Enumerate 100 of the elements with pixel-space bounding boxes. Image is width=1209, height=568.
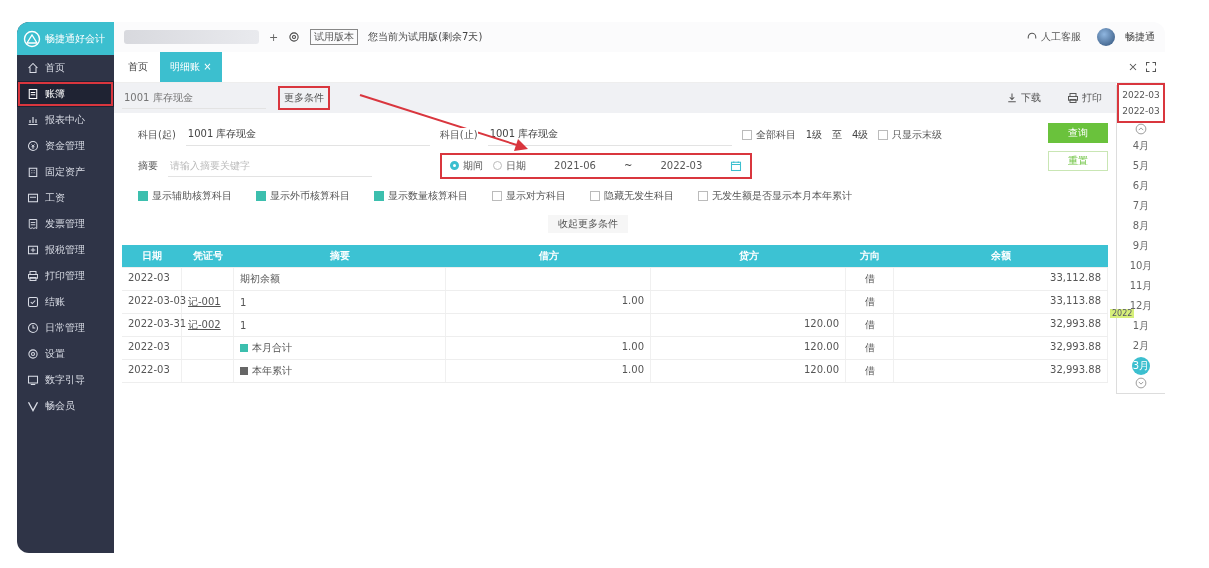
- sidebar-item[interactable]: 发票管理: [17, 211, 114, 237]
- settings-icon[interactable]: [288, 31, 301, 43]
- building-icon: [27, 166, 39, 178]
- sidebar-item[interactable]: 固定资产: [17, 159, 114, 185]
- fullscreen-icon[interactable]: [1145, 61, 1157, 73]
- checkbox-label: 显示辅助核算科目: [152, 189, 232, 203]
- checkbox-label: 显示对方科目: [506, 189, 566, 203]
- monitor-icon: [27, 374, 39, 386]
- month-item[interactable]: 10月: [1128, 257, 1154, 275]
- checkbox[interactable]: [698, 191, 708, 201]
- sidebar-item[interactable]: 设置: [17, 341, 114, 367]
- user-avatar[interactable]: [1097, 28, 1115, 46]
- card-icon: [27, 192, 39, 204]
- level-select[interactable]: 4级: [852, 127, 869, 142]
- checkbox[interactable]: [256, 191, 266, 201]
- table-cell: 本月合计: [252, 341, 292, 355]
- sidebar-item[interactable]: 报税管理: [17, 237, 114, 263]
- square-icon: [240, 367, 248, 375]
- sidebar-item[interactable]: 数字引导: [17, 367, 114, 393]
- sidebar-item[interactable]: 账簿: [17, 81, 114, 107]
- subject-to-field[interactable]: 1001 库存现金: [487, 123, 732, 146]
- table-cell: 33,112.88: [1050, 272, 1101, 283]
- table-cell: 1.00: [621, 295, 644, 306]
- field-label: 科目(止): [439, 127, 478, 142]
- clock-icon: [27, 322, 39, 334]
- sidebar-item[interactable]: 首页: [17, 55, 114, 81]
- collapse-link[interactable]: 收起更多条件: [548, 215, 628, 233]
- checkbox[interactable]: [374, 191, 384, 201]
- logo-icon: [23, 29, 41, 48]
- printer-icon: [27, 270, 39, 282]
- chart-icon: [27, 114, 39, 126]
- date-range-picker[interactable]: 期间 日期 2021-06 ~ 2022-03: [442, 154, 751, 177]
- range-separator: ~: [624, 160, 633, 171]
- voucher-link[interactable]: 记-001: [188, 296, 221, 307]
- sidebar-item[interactable]: 结账: [17, 289, 114, 315]
- checkbox[interactable]: [878, 129, 889, 140]
- sidebar-item[interactable]: 资金管理: [17, 133, 114, 159]
- checkbox[interactable]: [741, 129, 752, 140]
- month-item[interactable]: 7月: [1128, 197, 1154, 215]
- checkbox-label: 只显示末级: [892, 127, 943, 142]
- company-selector[interactable]: [124, 30, 259, 44]
- table-cell: 1.00: [621, 341, 644, 352]
- radio-label: 日期: [506, 158, 526, 173]
- month-item[interactable]: 4月: [1128, 137, 1154, 155]
- subject-selector[interactable]: 1001 库存现金: [122, 87, 266, 109]
- field-label: 科目(起): [138, 127, 176, 142]
- column-header: 借方: [446, 245, 651, 267]
- print-button[interactable]: 打印: [1061, 90, 1108, 106]
- field-label: 摘要: [138, 158, 158, 173]
- download-button[interactable]: 下载: [1000, 90, 1047, 106]
- sidebar-item[interactable]: 报表中心: [17, 107, 114, 133]
- summary-field[interactable]: 请输入摘要关键字: [168, 154, 372, 177]
- column-header: 贷方: [651, 245, 846, 267]
- period-value: 2022-03: [1122, 90, 1160, 100]
- sidebar-item[interactable]: 工资: [17, 185, 114, 211]
- checkbox-label: 隐藏无发生科目: [604, 189, 674, 203]
- month-item[interactable]: 8月: [1128, 217, 1154, 235]
- more-conditions-link[interactable]: 更多条件: [280, 88, 328, 108]
- radio-button[interactable]: [450, 161, 459, 170]
- receipt-icon: [27, 218, 39, 230]
- month-item[interactable]: 1月: [1128, 317, 1154, 335]
- table-cell: 120.00: [804, 318, 839, 329]
- table-cell: 本年累计: [252, 364, 292, 378]
- table-cell: 1: [240, 319, 247, 331]
- coin-icon: [27, 140, 39, 152]
- table-cell: 120.00: [804, 341, 839, 352]
- column-header: 余额: [894, 245, 1108, 267]
- home-icon: [27, 62, 39, 74]
- month-item[interactable]: 2月: [1128, 337, 1154, 355]
- sidebar-item[interactable]: 畅会员: [17, 393, 114, 419]
- sidebar-item[interactable]: 打印管理: [17, 263, 114, 289]
- period-range[interactable]: 2022-03 2022-03: [1119, 85, 1163, 121]
- checkbox[interactable]: [590, 191, 600, 201]
- month-item[interactable]: 9月: [1128, 237, 1154, 255]
- table-cell: 2022-03: [122, 360, 182, 382]
- table-cell: 2022-03: [122, 268, 182, 290]
- range-separator: 至: [832, 127, 842, 142]
- add-button[interactable]: +: [269, 30, 279, 44]
- table-cell: 32,993.88: [1050, 318, 1101, 329]
- close-icon[interactable]: [1127, 61, 1139, 73]
- user-name[interactable]: 畅捷通: [1125, 30, 1155, 44]
- table-cell: 期初余额: [240, 272, 280, 286]
- month-item[interactable]: 5月: [1128, 157, 1154, 175]
- sidebar-item[interactable]: 日常管理: [17, 315, 114, 341]
- tab[interactable]: 首页: [122, 52, 154, 82]
- checkbox-label: 显示外币核算科目: [270, 189, 350, 203]
- book-icon: [27, 88, 39, 100]
- checkbox-label: 无发生额是否显示本月本年累计: [712, 189, 852, 203]
- trial-notice: 您当前为试用版(剩余7天): [368, 30, 483, 44]
- customer-service-button[interactable]: 人工客服: [1020, 29, 1087, 45]
- level-select[interactable]: 1级: [805, 127, 822, 142]
- checkbox[interactable]: [492, 191, 502, 201]
- checkbox[interactable]: [138, 191, 148, 201]
- month-item[interactable]: 6月: [1128, 177, 1154, 195]
- start-date: 2021-06: [553, 160, 597, 171]
- v-icon: [27, 400, 39, 412]
- subject-from-field[interactable]: 1001 库存现金: [185, 123, 430, 146]
- logo-text: 畅捷通好会计: [45, 31, 105, 46]
- voucher-link[interactable]: 记-002: [188, 319, 221, 330]
- month-item[interactable]: 11月: [1128, 277, 1154, 295]
